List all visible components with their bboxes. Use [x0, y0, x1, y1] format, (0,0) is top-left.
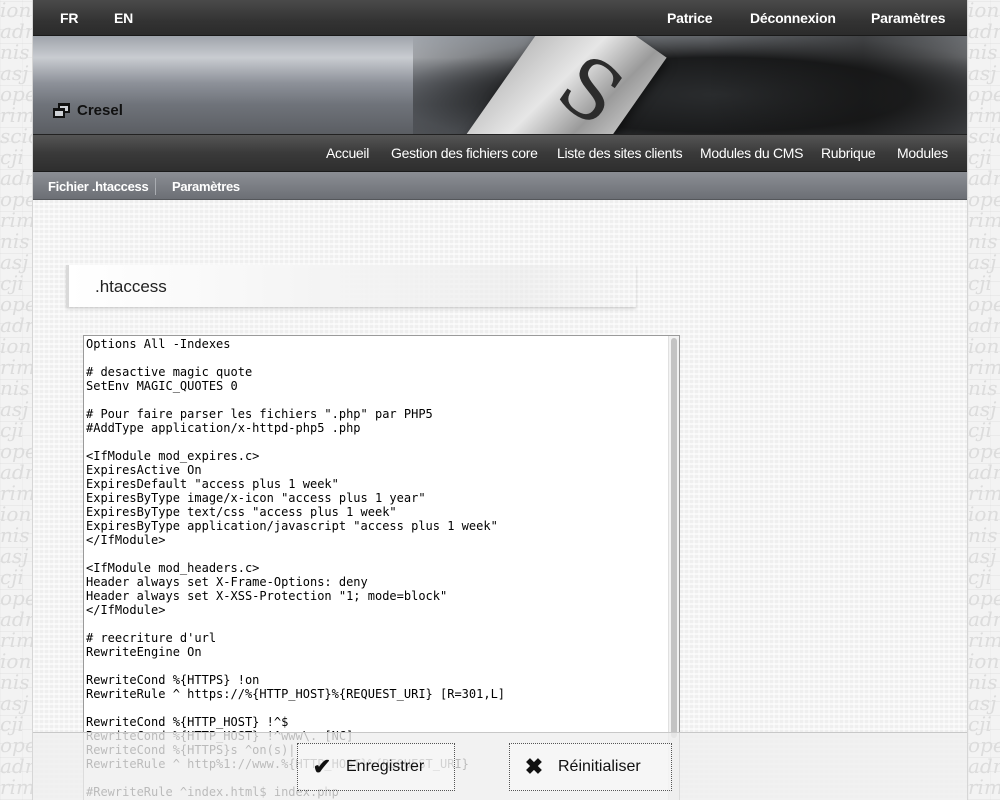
htaccess-editor[interactable] — [84, 336, 669, 800]
window-restore-icon — [53, 102, 71, 119]
editor-scrollbar[interactable] — [668, 336, 679, 800]
reset-button-label: Réinitialiser — [558, 758, 641, 775]
save-button-label: Enregistrer — [346, 758, 425, 775]
editor-scrollbar-thumb[interactable] — [671, 338, 677, 738]
nav-item-modules-cms[interactable]: Modules du CMS — [700, 145, 803, 161]
section-heading-box: .htaccess — [66, 265, 636, 307]
logout-link[interactable]: Déconnexion — [750, 10, 836, 26]
subnav-item-parametres[interactable]: Paramètres — [172, 179, 240, 194]
nav-item-gestion-fichiers-core[interactable]: Gestion des fichiers core — [391, 145, 538, 161]
top-bar: FR EN Patrice Déconnexion Paramètres — [33, 0, 967, 36]
right-background-pattern: ion adm nis asj ope rim scio cji adm ope… — [968, 0, 1000, 799]
save-button[interactable]: ✔ Enregistrer — [297, 743, 455, 791]
nav-item-liste-sites-clients[interactable]: Liste des sites clients — [557, 145, 683, 161]
subnav-divider — [155, 178, 156, 195]
main-content: .htaccess ✔ Enregistrer ✖ Réinitialiser — [33, 200, 967, 800]
header-banner: S Cresel — [33, 36, 967, 134]
checkmark-icon: ✔ — [312, 754, 332, 779]
page-title: .htaccess — [95, 277, 167, 296]
nav-item-accueil[interactable]: Accueil — [326, 145, 369, 161]
x-icon: ✖ — [524, 754, 544, 779]
nav-item-rubrique[interactable]: Rubrique — [821, 145, 876, 161]
language-en-link[interactable]: EN — [114, 10, 133, 26]
brand-name: Cresel — [77, 102, 123, 119]
nav-item-modules[interactable]: Modules — [897, 145, 948, 161]
user-name-link[interactable]: Patrice — [667, 10, 712, 26]
reset-button[interactable]: ✖ Réinitialiser — [509, 743, 672, 791]
page-container: FR EN Patrice Déconnexion Paramètres S C… — [33, 0, 967, 800]
brand-link[interactable]: Cresel — [53, 102, 123, 119]
action-bar: ✔ Enregistrer ✖ Réinitialiser — [33, 732, 967, 800]
htaccess-editor-frame — [83, 335, 680, 800]
main-navigation: Accueil Gestion des fichiers core Liste … — [33, 134, 967, 172]
left-background-pattern: ion adm nis asj ope rim scio cji adm ope… — [0, 0, 33, 799]
language-fr-link[interactable]: FR — [60, 10, 78, 26]
banner-shade — [707, 36, 967, 134]
sub-navigation: Fichier .htaccess Paramètres — [33, 172, 967, 200]
subnav-item-htaccess[interactable]: Fichier .htaccess — [48, 179, 149, 194]
settings-link[interactable]: Paramètres — [871, 10, 945, 26]
